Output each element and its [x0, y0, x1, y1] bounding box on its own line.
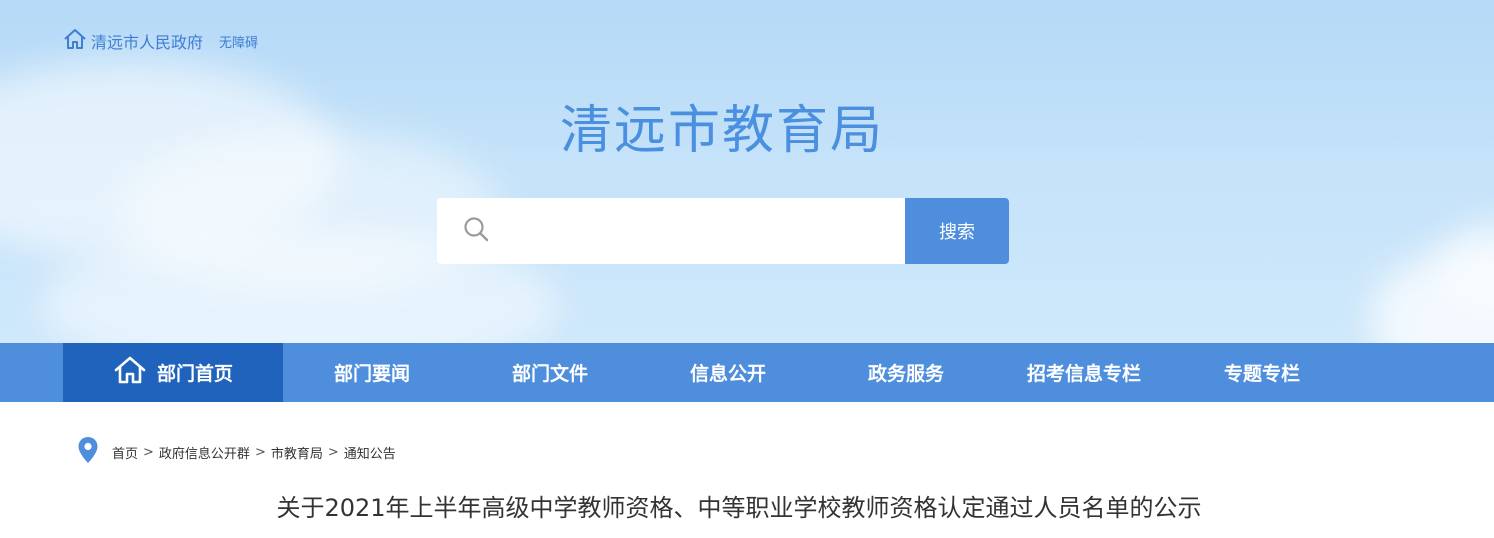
search-box	[437, 198, 905, 264]
breadcrumb-notices[interactable]: 通知公告	[344, 443, 396, 462]
nav-item-home[interactable]: 部门首页	[63, 343, 283, 402]
header-banner: 清远市人民政府 无障碍 清远市教育局 搜索	[0, 0, 1494, 343]
home-icon	[113, 355, 157, 390]
top-links: 清远市人民政府 无障碍	[63, 28, 258, 54]
nav-item-recruitment[interactable]: 招考信息专栏	[995, 343, 1173, 402]
article-title: 关于2021年上半年高级中学教师资格、中等职业学校教师资格认定通过人员名单的公示	[276, 494, 1202, 522]
gov-home-link[interactable]: 清远市人民政府	[63, 28, 203, 54]
accessibility-link[interactable]: 无障碍	[219, 32, 258, 51]
breadcrumb: 首页 > 政府信息公开群 > 市教育局 > 通知公告	[77, 436, 396, 468]
nav-item-topics[interactable]: 专题专栏	[1173, 343, 1351, 402]
nav-item-label: 信息公开	[689, 363, 766, 385]
site-title: 清远市教育局	[559, 101, 884, 161]
nav-item-info-disclosure[interactable]: 信息公开	[639, 343, 817, 402]
search-input[interactable]	[501, 201, 905, 261]
nav-item-label: 专题专栏	[1223, 363, 1300, 385]
nav-item-documents[interactable]: 部门文件	[461, 343, 639, 402]
nav-item-label: 部门文件	[511, 363, 588, 385]
breadcrumb-home[interactable]: 首页	[112, 443, 138, 462]
home-icon	[63, 28, 91, 54]
nav-item-label: 部门首页	[156, 363, 233, 385]
gov-home-label: 清远市人民政府	[91, 33, 204, 52]
nav-item-news[interactable]: 部门要闻	[283, 343, 461, 402]
breadcrumb-separator: >	[254, 444, 266, 460]
breadcrumb-bureau[interactable]: 市教育局	[271, 443, 323, 462]
search-button[interactable]: 搜索	[905, 198, 1009, 264]
nav-item-gov-services[interactable]: 政务服务	[817, 343, 995, 402]
main-nav: 部门首页 部门要闻 部门文件 信息公开 政务服务 招考信息专栏 专题专栏	[0, 343, 1494, 402]
breadcrumb-gov-info[interactable]: 政府信息公开群	[159, 443, 250, 462]
search-icon	[463, 216, 489, 246]
breadcrumb-separator: >	[143, 444, 154, 460]
nav-item-label: 政务服务	[867, 363, 944, 385]
nav-item-label: 部门要闻	[333, 363, 410, 385]
breadcrumb-separator: >	[327, 444, 339, 460]
location-pin-icon	[77, 436, 99, 468]
nav-item-label: 招考信息专栏	[1026, 363, 1141, 385]
